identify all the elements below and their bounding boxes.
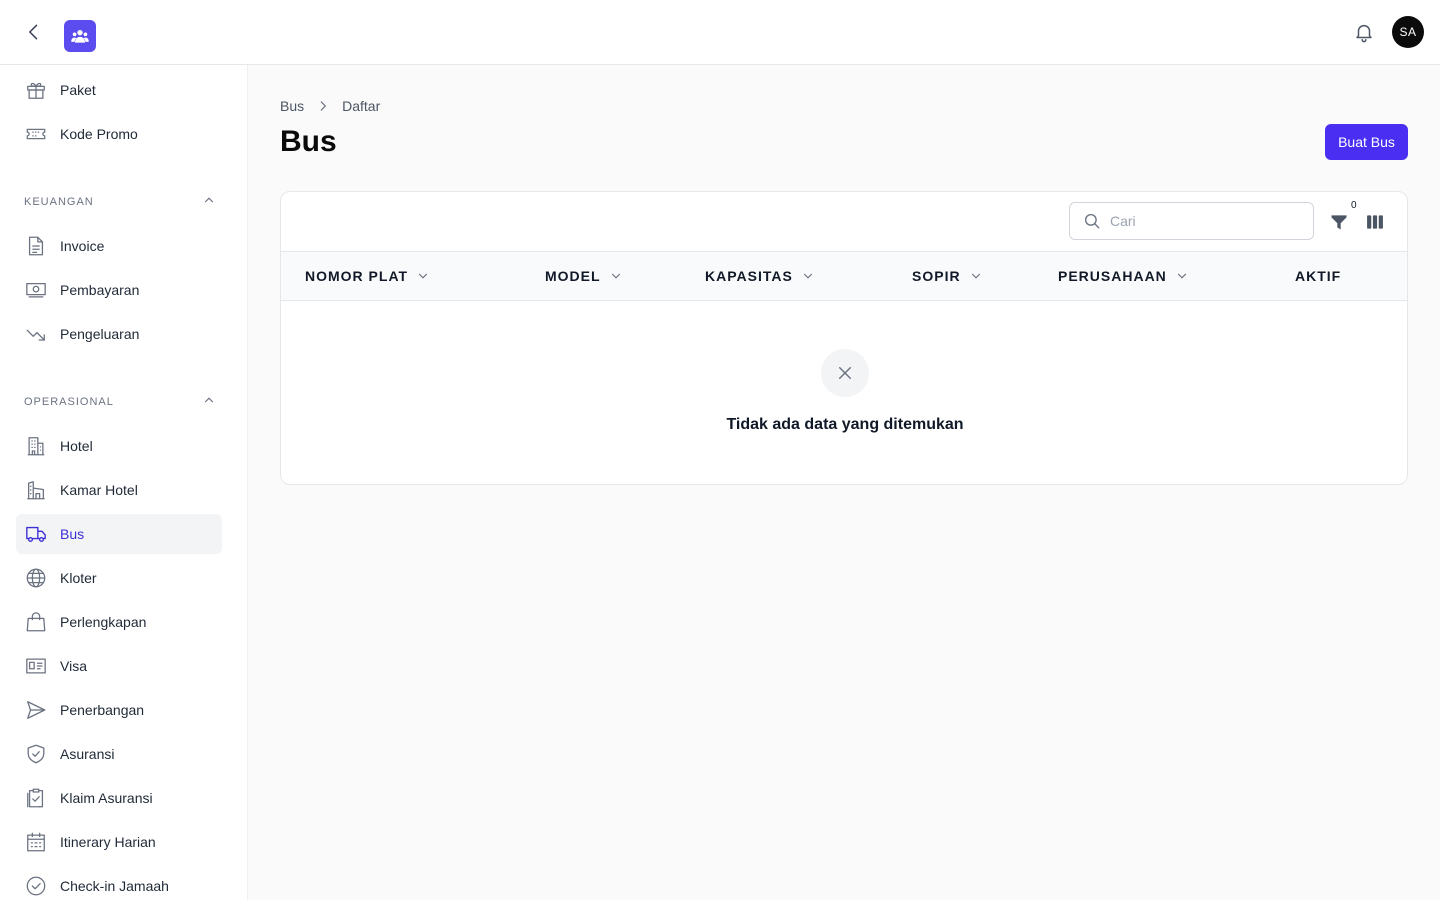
sidebar-item-kamar-hotel[interactable]: Kamar Hotel (16, 470, 222, 510)
create-bus-button[interactable]: Buat Bus (1325, 124, 1408, 160)
sidebar-item-perlengkapan[interactable]: Perlengkapan (16, 602, 222, 642)
chevron-down-icon (801, 269, 815, 283)
sidebar-item-hotel[interactable]: Hotel (16, 426, 222, 466)
breadcrumb-item-bus[interactable]: Bus (280, 98, 304, 114)
sidebar-item-label: Kloter (60, 570, 97, 586)
sidebar-item-label: Kode Promo (60, 126, 138, 142)
search-input[interactable] (1110, 213, 1300, 229)
column-header-perusahaan[interactable]: PERUSAHAAN (1058, 252, 1189, 300)
check-circle-icon (24, 874, 48, 898)
column-header-kapasitas[interactable]: KAPASITAS (705, 252, 815, 300)
chevron-down-icon (1175, 269, 1189, 283)
building-icon (24, 434, 48, 458)
sidebar-item-visa[interactable]: Visa (16, 646, 222, 686)
sidebar-item-label: Kamar Hotel (60, 482, 138, 498)
sidebar-item-label: Penerbangan (60, 702, 145, 718)
column-header-aktif[interactable]: AKTIF (1295, 252, 1341, 300)
chevron-down-icon (416, 269, 430, 283)
column-header-sopir[interactable]: SOPIR (912, 252, 983, 300)
sidebar-item-label: Pembayaran (60, 282, 140, 298)
app-logo[interactable] (64, 20, 96, 52)
sidebar-item-label: Itinerary Harian (60, 834, 156, 850)
building-room-icon (24, 478, 48, 502)
filter-icon[interactable] (1327, 210, 1351, 234)
chevron-down-icon (969, 269, 983, 283)
sidebar-item-invoice[interactable]: Invoice (16, 226, 222, 266)
globe-icon (24, 566, 48, 590)
sidebar-item-pengeluaran[interactable]: Pengeluaran (16, 314, 222, 354)
search-box (1069, 202, 1314, 240)
sidebar-item-label: Check-in Jamaah (60, 878, 169, 894)
sidebar-item-klaim-asuransi[interactable]: Klaim Asuransi (16, 778, 222, 818)
calendar-icon (24, 830, 48, 854)
sidebar: Paket Kode Promo KEUANGAN Invoice Pembay… (0, 65, 248, 900)
chevron-right-icon (316, 99, 330, 113)
columns-icon[interactable] (1363, 210, 1387, 234)
column-label: KAPASITAS (705, 268, 793, 284)
column-label: MODEL (545, 268, 601, 284)
sidebar-item-check-in-jamaah[interactable]: Check-in Jamaah (16, 866, 222, 900)
back-icon[interactable] (22, 20, 46, 44)
section-title: OPERASIONAL (24, 396, 114, 408)
column-label: SOPIR (912, 268, 961, 284)
sidebar-item-label: Paket (60, 82, 96, 98)
chevron-down-icon (609, 269, 623, 283)
top-bar: SA (0, 0, 1440, 65)
sidebar-item-pembayaran[interactable]: Pembayaran (16, 270, 222, 310)
sidebar-item-label: Bus (60, 526, 85, 542)
section-header-keuangan[interactable]: KEUANGAN (24, 192, 216, 212)
shopping-bag-icon (24, 610, 48, 634)
clipboard-check-icon (24, 786, 48, 810)
document-icon (24, 234, 48, 258)
column-label: NOMOR PLAT (305, 268, 409, 284)
sidebar-item-penerbangan[interactable]: Penerbangan (16, 690, 222, 730)
sidebar-item-label: Invoice (60, 238, 105, 254)
sidebar-item-label: Asuransi (60, 746, 115, 762)
breadcrumb: Bus Daftar (280, 98, 380, 114)
column-label: AKTIF (1295, 268, 1342, 284)
column-header-model[interactable]: MODEL (545, 252, 623, 300)
filter-count-badge: 0 (1349, 200, 1359, 211)
sidebar-item-paket[interactable]: Paket (16, 70, 222, 110)
empty-state-text: Tidak ada data yang ditemukan (726, 416, 964, 433)
sidebar-item-itinerary-harian[interactable]: Itinerary Harian (16, 822, 222, 862)
sidebar-item-asuransi[interactable]: Asuransi (16, 734, 222, 774)
sidebar-item-label: Visa (60, 658, 87, 674)
gift-icon (24, 78, 48, 102)
banknote-icon (24, 278, 48, 302)
avatar[interactable]: SA (1392, 16, 1424, 48)
sidebar-item-kloter[interactable]: Kloter (16, 558, 222, 598)
sidebar-item-kode-promo[interactable]: Kode Promo (16, 114, 222, 154)
truck-icon (24, 522, 48, 546)
trending-down-icon (24, 322, 48, 346)
main-content: Bus Daftar Bus Buat Bus 0 NOMOR PLAT MOD… (248, 65, 1440, 900)
close-icon (821, 349, 869, 397)
column-header-nomor-plat[interactable]: NOMOR PLAT (305, 252, 430, 300)
section-title: KEUANGAN (24, 196, 94, 208)
chevron-up-icon (202, 193, 216, 212)
table-header: NOMOR PLAT MODEL KAPASITAS SOPIR PERUSAH… (281, 251, 1407, 301)
ticket-icon (24, 122, 48, 146)
sidebar-item-bus[interactable]: Bus (16, 514, 222, 554)
sidebar-item-label: Pengeluaran (60, 326, 140, 342)
shield-check-icon (24, 742, 48, 766)
section-header-operasional[interactable]: OPERASIONAL (24, 392, 216, 412)
chevron-up-icon (202, 393, 216, 412)
table-card: 0 NOMOR PLAT MODEL KAPASITAS SOPIR PER (280, 191, 1408, 485)
id-card-icon (24, 654, 48, 678)
breadcrumb-item-daftar: Daftar (342, 98, 381, 114)
bell-icon[interactable] (1352, 20, 1376, 44)
page-title: Bus (280, 125, 337, 158)
sidebar-item-label: Klaim Asuransi (60, 790, 153, 806)
sidebar-item-label: Perlengkapan (60, 614, 147, 630)
paper-plane-icon (24, 698, 48, 722)
sidebar-item-label: Hotel (60, 438, 93, 454)
column-label: PERUSAHAAN (1058, 268, 1167, 284)
search-icon (1082, 211, 1102, 231)
